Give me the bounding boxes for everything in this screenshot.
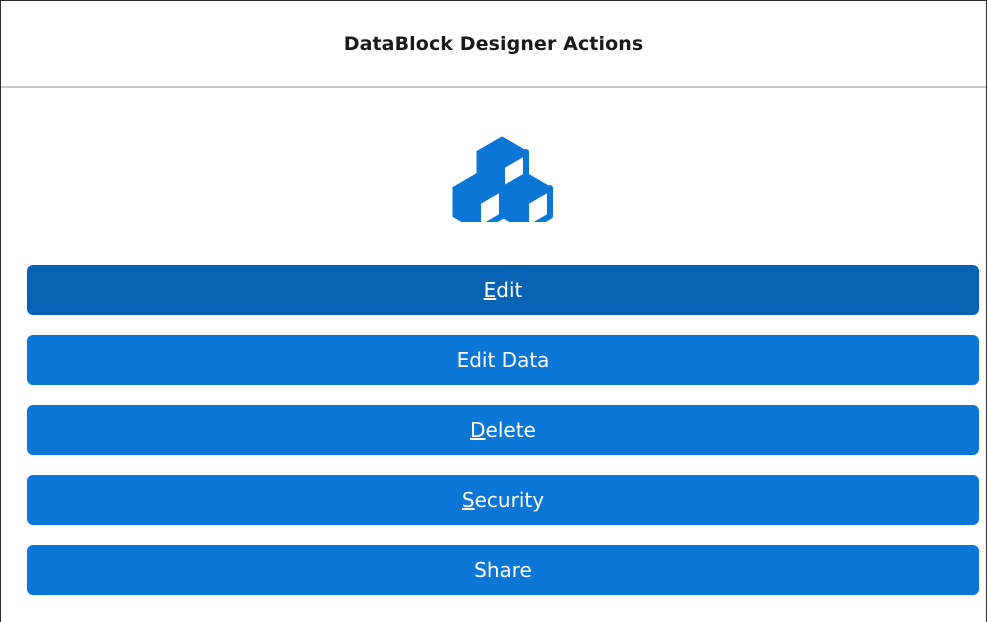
share-button[interactable]: Share (27, 545, 979, 595)
security-button-label: ecurity (474, 488, 545, 512)
delete-button-mnemonic: D (470, 418, 486, 442)
datablock-cubes-icon (452, 136, 553, 222)
action-list: Edit Edit Data Delete Security Share (27, 265, 979, 615)
edit-button[interactable]: Edit (27, 265, 979, 315)
actions-dialog: DataBlock Designer Actions Edit Edit Dat… (0, 0, 987, 622)
edit-button-mnemonic: E (483, 278, 497, 302)
edit-button-label: dit (496, 278, 523, 302)
dialog-header: DataBlock Designer Actions (1, 1, 986, 88)
dialog-title: DataBlock Designer Actions (343, 32, 644, 55)
edit-data-button[interactable]: Edit Data (27, 335, 979, 385)
delete-button[interactable]: Delete (27, 405, 979, 455)
security-button-mnemonic: S (461, 488, 475, 512)
security-button[interactable]: Security (27, 475, 979, 525)
delete-button-label: elete (485, 418, 536, 442)
edit-data-button-label: Edit Data (456, 348, 550, 372)
share-button-label: Share (474, 558, 532, 582)
